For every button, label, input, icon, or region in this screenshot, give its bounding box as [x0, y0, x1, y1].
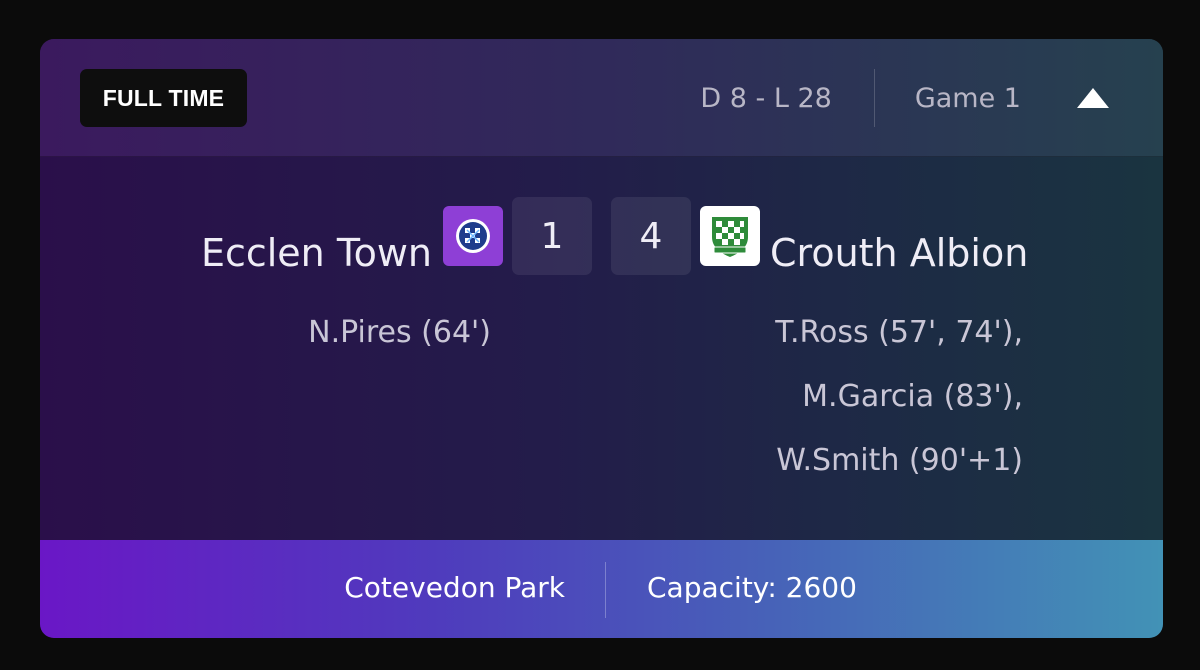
home-scorers: N.Pires (64')	[308, 301, 491, 365]
footer-divider	[605, 562, 606, 618]
crouth-albion-crest-icon	[700, 206, 760, 266]
away-scorers: T.Ross (57', 74'), M.Garcia (83'), W.Smi…	[775, 301, 1023, 493]
game-label: Game 1	[914, 82, 1021, 114]
away-score: 4	[611, 197, 691, 275]
status-badge: FULL TIME	[80, 69, 247, 127]
match-header: FULL TIME D 8 - L 28 Game 1	[40, 39, 1163, 157]
scorer-item: W.Smith (90'+1)	[776, 443, 1023, 478]
venue-name: Cotevedon Park	[344, 571, 565, 604]
venue-footer: Cotevedon Park Capacity: 2600	[40, 540, 1163, 638]
header-meta: D 8 - L 28 Game 1	[700, 39, 1163, 157]
triangle-up-icon	[1077, 88, 1109, 108]
ecclen-town-crest-icon	[443, 206, 503, 266]
scorer-item: M.Garcia (83'),	[802, 379, 1023, 414]
scorer-item: N.Pires (64')	[308, 315, 491, 350]
match-card: FULL TIME D 8 - L 28 Game 1 Ecclen Town	[40, 39, 1163, 638]
home-score: 1	[512, 197, 592, 275]
collapse-button[interactable]	[1073, 78, 1113, 118]
scorer-item: T.Ross (57', 74'),	[775, 315, 1023, 350]
home-team-name: Ecclen Town	[200, 231, 432, 275]
venue-capacity: Capacity: 2600	[647, 571, 857, 604]
away-team-name: Crouth Albion	[770, 231, 1029, 275]
record-label: D 8 - L 28	[700, 82, 832, 114]
